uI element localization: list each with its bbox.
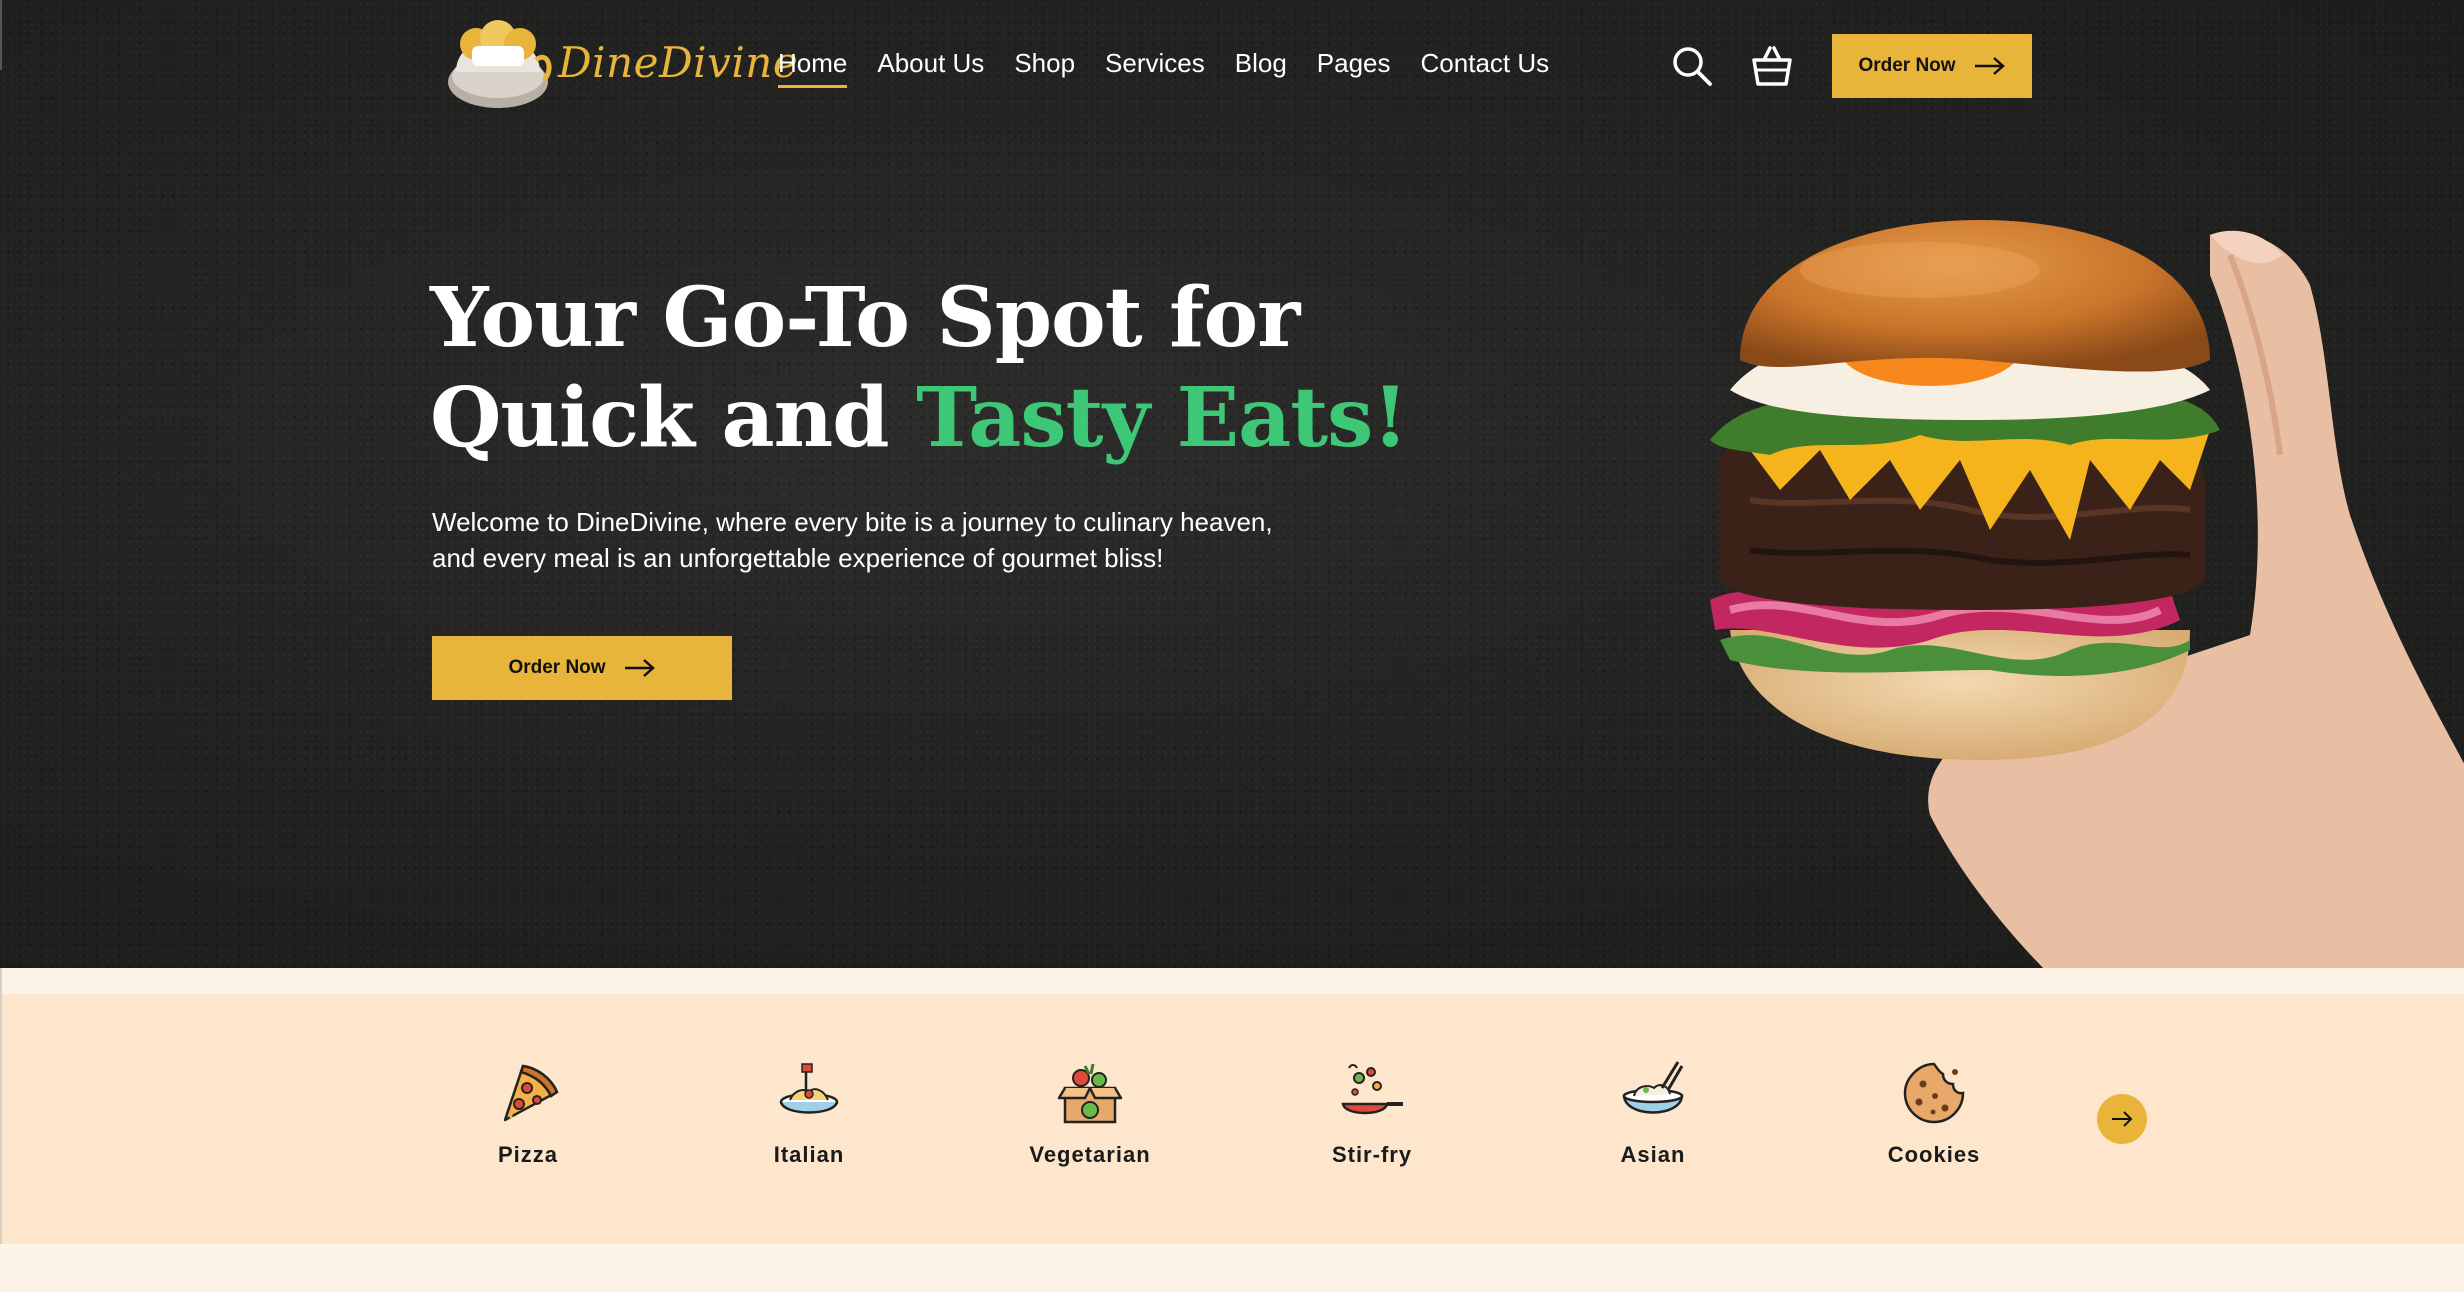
nav-order-now-button[interactable]: Order Now bbox=[1832, 34, 2032, 98]
burger-image bbox=[1710, 220, 2220, 760]
category-pizza[interactable]: Pizza bbox=[428, 1058, 628, 1168]
hero-description-line2: and every meal is an unforgettable exper… bbox=[432, 543, 1164, 573]
next-section bbox=[0, 1244, 2464, 1292]
section-divider bbox=[0, 968, 2464, 994]
nav-item-blog[interactable]: Blog bbox=[1235, 48, 1287, 88]
hero-heading-accent: Tasty Eats! bbox=[916, 370, 1408, 466]
nav-item-pages[interactable]: Pages bbox=[1317, 48, 1391, 88]
category-italian[interactable]: Italian bbox=[709, 1058, 909, 1168]
noodle-bowl-icon bbox=[1622, 1061, 1684, 1114]
hero-description-line1: Welcome to DineDivine, where every bite … bbox=[432, 507, 1273, 537]
hero-description: Welcome to DineDivine, where every bite … bbox=[432, 504, 1332, 576]
category-vegetarian[interactable]: Vegetarian bbox=[990, 1058, 1190, 1168]
category-label: Italian bbox=[773, 1142, 845, 1167]
pasta-icon bbox=[779, 1063, 839, 1114]
top-navbar: DineDivine Home About Us Shop Services B… bbox=[0, 0, 2464, 135]
hero-section: DineDivine Home About Us Shop Services B… bbox=[0, 0, 2464, 968]
category-label: Stir-fry bbox=[1331, 1142, 1413, 1167]
hero-heading: Your Go-To Spot for Quick and Tasty Eats… bbox=[430, 268, 1408, 468]
basket-icon[interactable] bbox=[1748, 42, 1796, 90]
category-cookies[interactable]: Cookies bbox=[1834, 1058, 2034, 1168]
hero-order-now-button[interactable]: Order Now bbox=[432, 636, 732, 700]
category-label: Asian bbox=[1620, 1142, 1686, 1167]
logo-wordmark[interactable]: DineDivine bbox=[558, 38, 798, 87]
nav-item-home[interactable]: Home bbox=[778, 48, 848, 88]
hero-heading-line1: Your Go-To Spot for bbox=[430, 270, 1300, 366]
stir-fry-pan-icon bbox=[1341, 1064, 1403, 1115]
category-label: Pizza bbox=[497, 1142, 559, 1167]
cookie-icon bbox=[1903, 1062, 1965, 1124]
arrow-right-icon bbox=[624, 659, 655, 677]
nav-order-now-label: Order Now bbox=[1858, 55, 1956, 76]
category-asian[interactable]: Asian bbox=[1553, 1058, 1753, 1168]
nav-item-services[interactable]: Services bbox=[1105, 48, 1205, 88]
arrow-right-icon bbox=[2112, 1111, 2133, 1127]
nav-item-shop[interactable]: Shop bbox=[1014, 48, 1075, 88]
arrow-right-icon bbox=[1974, 57, 2005, 75]
nav-item-contact-us[interactable]: Contact Us bbox=[1421, 48, 1550, 88]
pizza-icon bbox=[503, 1064, 559, 1122]
nav-item-about-us[interactable]: About Us bbox=[877, 48, 984, 88]
category-strip bbox=[0, 994, 2464, 1244]
search-icon[interactable] bbox=[1668, 42, 1716, 90]
vegetable-box-icon bbox=[1057, 1063, 1123, 1124]
category-label: Vegetarian bbox=[1029, 1142, 1151, 1167]
category-next-button[interactable] bbox=[2097, 1094, 2147, 1144]
main-menu: Home About Us Shop Services Blog Pages C… bbox=[778, 48, 1579, 88]
hero-order-now-label: Order Now bbox=[508, 657, 606, 678]
hero-heading-line2: Quick and bbox=[430, 370, 917, 466]
category-stir-fry[interactable]: Stir-fry bbox=[1272, 1058, 1472, 1168]
category-label: Cookies bbox=[1887, 1142, 1981, 1167]
